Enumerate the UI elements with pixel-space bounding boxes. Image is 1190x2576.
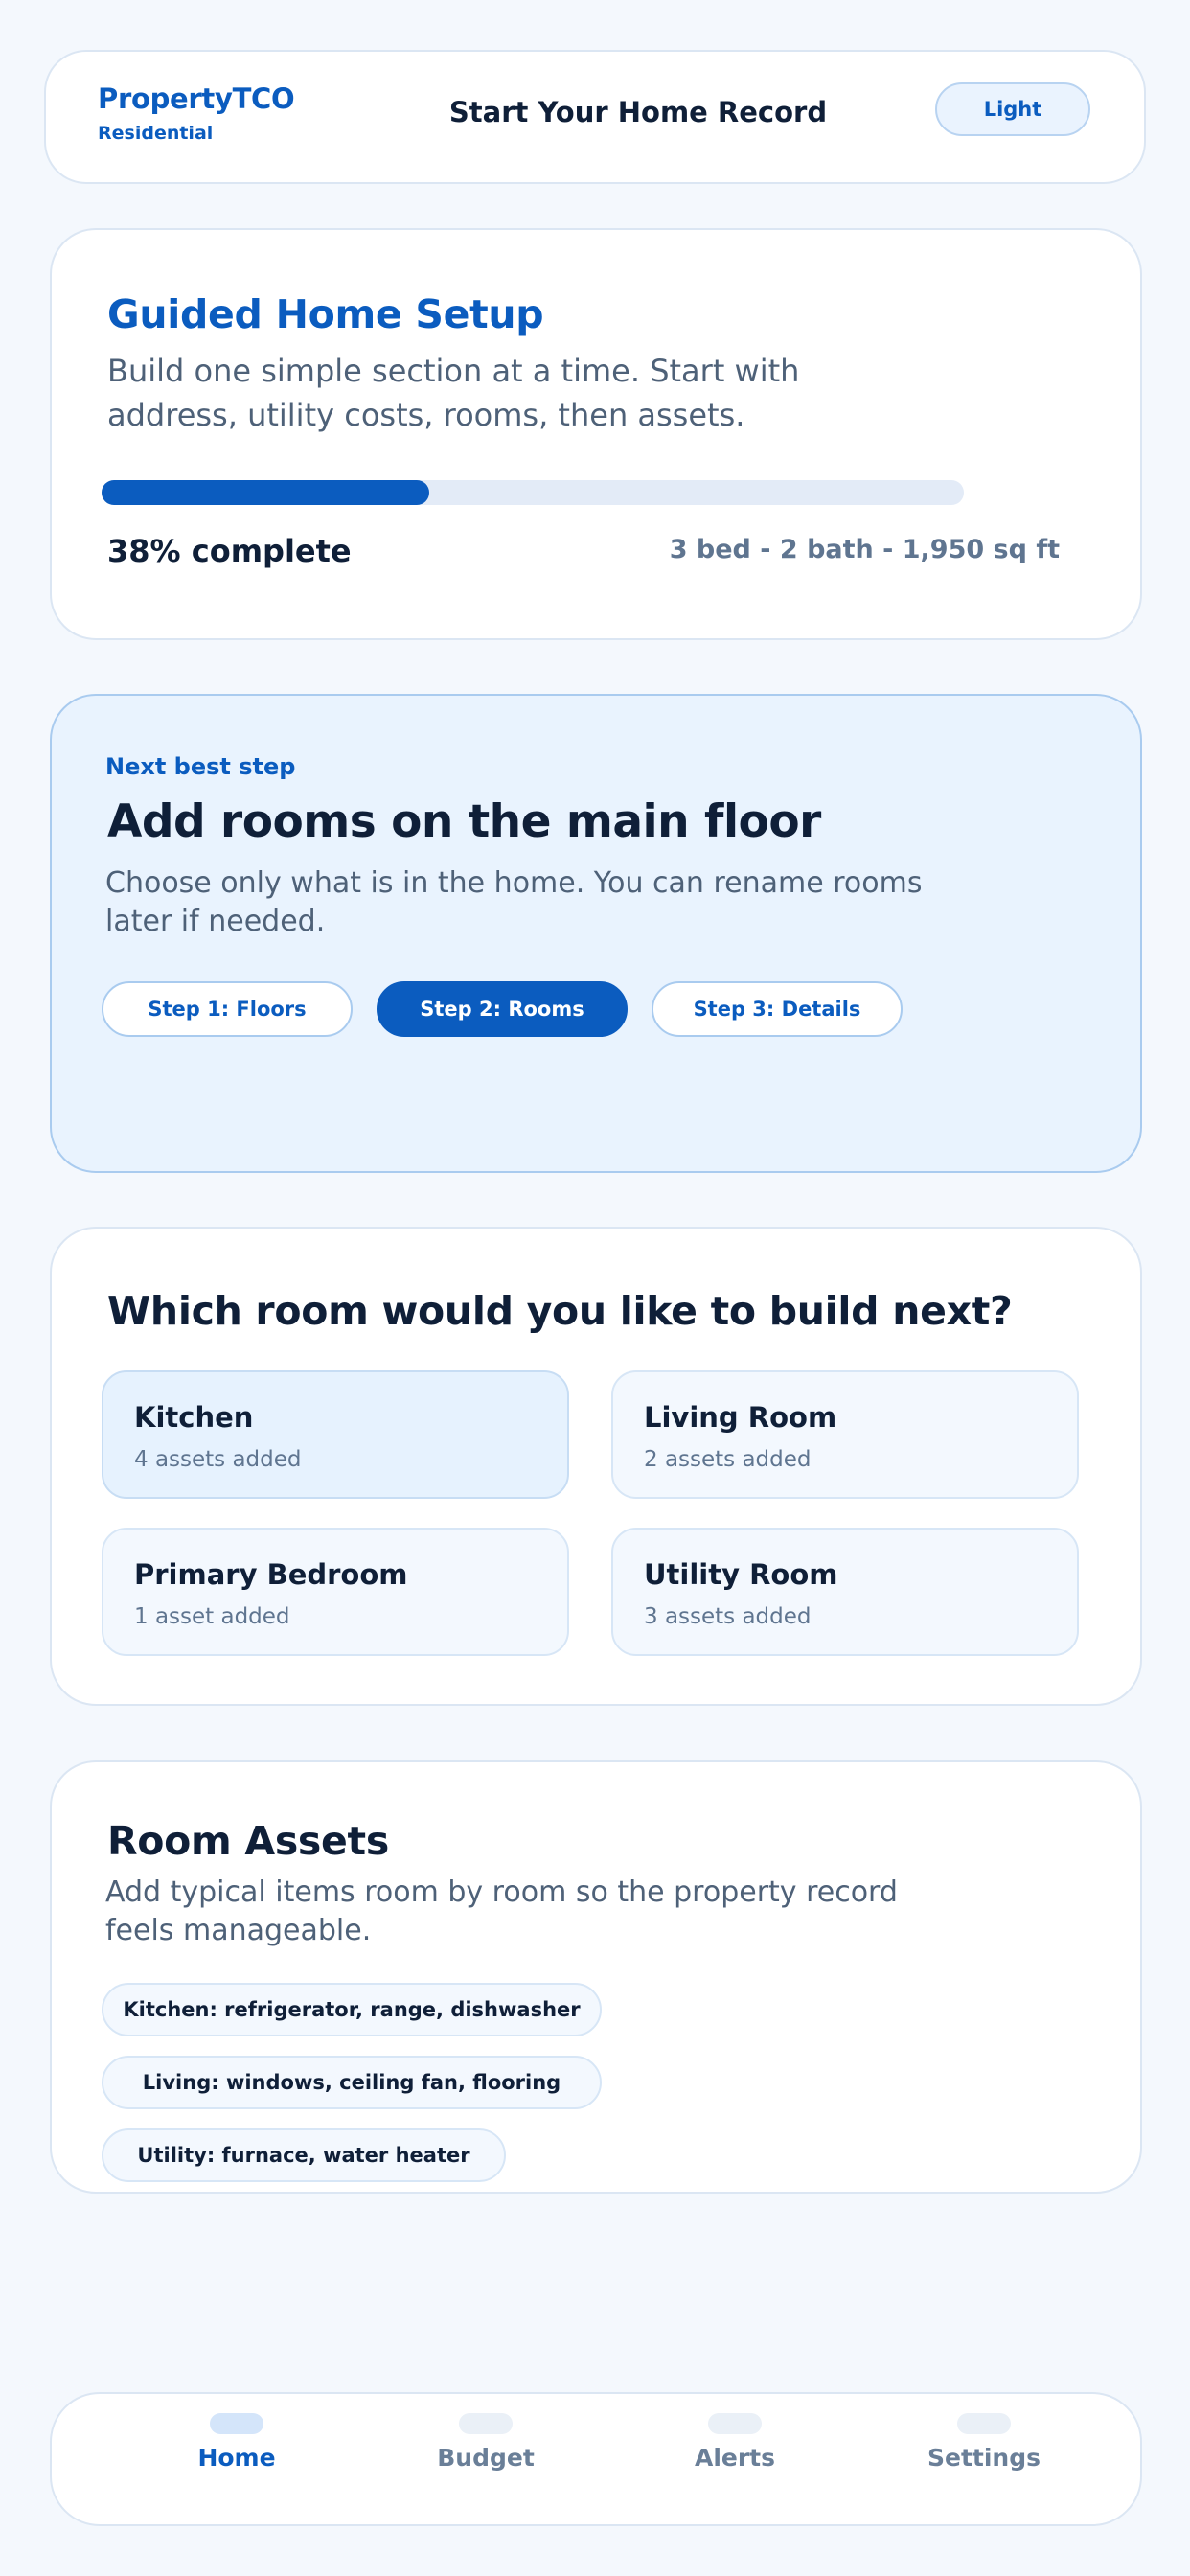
next-step-title: Add rooms on the main floor (107, 795, 821, 848)
budget-icon (459, 2413, 513, 2434)
asset-chip-living[interactable]: Living: windows, ceiling fan, flooring (102, 2056, 602, 2109)
theme-toggle-button[interactable]: Light (935, 82, 1090, 136)
nav-label: Alerts (694, 2444, 776, 2472)
home-icon (210, 2413, 263, 2434)
room-asset-count: 2 assets added (644, 1447, 812, 1472)
step-floors-button[interactable]: Step 1: Floors (102, 981, 353, 1037)
progress-fill (102, 480, 429, 505)
nav-item-alerts[interactable]: Alerts (639, 2413, 831, 2472)
room-tile-utility-room[interactable]: Utility Room 3 assets added (611, 1528, 1079, 1656)
nav-label: Budget (437, 2444, 535, 2472)
nav-item-budget[interactable]: Budget (390, 2413, 582, 2472)
setup-description: Build one simple section at a time. Star… (107, 353, 800, 433)
next-step-kicker: Next best step (105, 753, 296, 780)
bottom-nav: Home Budget Alerts Settings (50, 2392, 1142, 2526)
nav-label: Settings (927, 2444, 1041, 2472)
asset-chip-kitchen[interactable]: Kitchen: refrigerator, range, dishwasher (102, 1983, 602, 2036)
room-assets-card: Room Assets Add typical items room by ro… (50, 1760, 1142, 2194)
room-asset-count: 1 asset added (134, 1604, 290, 1629)
room-tile-living-room[interactable]: Living Room 2 assets added (611, 1370, 1079, 1499)
nav-label: Home (197, 2444, 276, 2472)
progress-label: 38% complete (107, 533, 352, 569)
next-step-card: Next best step Add rooms on the main flo… (50, 694, 1142, 1173)
setup-card: Guided Home Setup Build one simple secti… (50, 228, 1142, 640)
setup-title: Guided Home Setup (107, 291, 544, 337)
next-step-description: Choose only what is in the home. You can… (105, 866, 923, 938)
nav-item-settings[interactable]: Settings (888, 2413, 1080, 2472)
asset-chip-utility[interactable]: Utility: furnace, water heater (102, 2128, 506, 2182)
room-name: Living Room (644, 1401, 837, 1434)
progress-bar (102, 480, 964, 505)
home-stats: 3 bed - 2 bath - 1,950 sq ft (669, 535, 1060, 564)
settings-icon (957, 2413, 1011, 2434)
nav-item-home[interactable]: Home (141, 2413, 332, 2472)
room-name: Kitchen (134, 1401, 254, 1434)
room-assets-title: Room Assets (107, 1818, 389, 1864)
step-rooms-button[interactable]: Step 2: Rooms (377, 981, 628, 1037)
app-header: PropertyTCO Residential Start Your Home … (44, 50, 1146, 184)
room-name: Primary Bedroom (134, 1558, 408, 1591)
room-picker-card: Which room would you like to build next?… (50, 1227, 1142, 1706)
room-picker-title: Which room would you like to build next? (107, 1288, 1013, 1334)
room-asset-count: 3 assets added (644, 1604, 812, 1629)
room-tile-primary-bedroom[interactable]: Primary Bedroom 1 asset added (102, 1528, 569, 1656)
room-assets-description: Add typical items room by room so the pr… (105, 1875, 898, 1947)
room-name: Utility Room (644, 1558, 838, 1591)
alerts-icon (708, 2413, 762, 2434)
step-details-button[interactable]: Step 3: Details (652, 981, 903, 1037)
room-asset-count: 4 assets added (134, 1447, 302, 1472)
room-tile-kitchen[interactable]: Kitchen 4 assets added (102, 1370, 569, 1499)
